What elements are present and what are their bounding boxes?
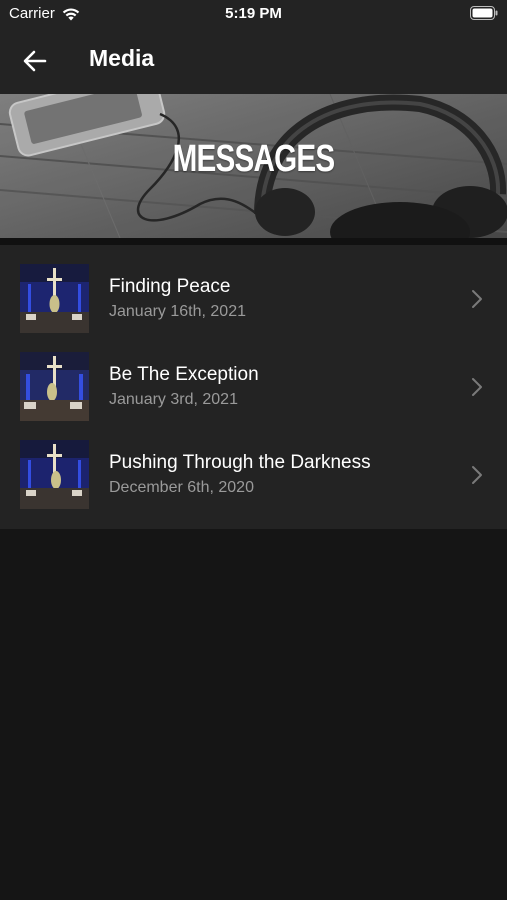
list-item[interactable]: Finding Peace January 16th, 2021 xyxy=(0,245,507,333)
status-bar: Carrier 5:19 PM xyxy=(0,0,507,28)
list-item[interactable]: Pushing Through the Darkness December 6t… xyxy=(0,421,507,509)
status-time: 5:19 PM xyxy=(225,5,282,22)
message-title: Be The Exception xyxy=(109,364,259,385)
stage-photo xyxy=(20,352,89,421)
message-date: December 6th, 2020 xyxy=(109,479,254,496)
stage-photo xyxy=(20,440,89,509)
chevron-right-icon xyxy=(472,378,482,396)
stage-photo xyxy=(20,264,89,333)
page-title: Media xyxy=(89,45,155,71)
nav-bar: Media xyxy=(0,28,507,94)
message-date: January 16th, 2021 xyxy=(109,303,246,320)
back-button[interactable] xyxy=(16,44,54,78)
battery-icon xyxy=(470,6,498,20)
message-thumbnail xyxy=(20,352,89,421)
message-title: Finding Peace xyxy=(109,276,231,297)
message-date: January 3rd, 2021 xyxy=(109,391,238,408)
chevron-right-icon xyxy=(472,290,482,308)
message-thumbnail xyxy=(20,264,89,333)
arrow-left-icon xyxy=(23,50,47,72)
divider xyxy=(0,238,507,245)
banner-title: MESSAGES xyxy=(172,138,336,180)
messages-banner[interactable]: MESSAGES xyxy=(0,94,507,238)
media-list: Finding Peace January 16th, 2021 Be The … xyxy=(0,245,507,529)
message-title: Pushing Through the Darkness xyxy=(109,452,371,473)
message-thumbnail xyxy=(20,440,89,509)
list-item[interactable]: Be The Exception January 3rd, 2021 xyxy=(0,333,507,421)
chevron-right-icon xyxy=(472,466,482,484)
media-screen: Carrier 5:19 PM Media MESSAGES Finding P… xyxy=(0,0,507,900)
